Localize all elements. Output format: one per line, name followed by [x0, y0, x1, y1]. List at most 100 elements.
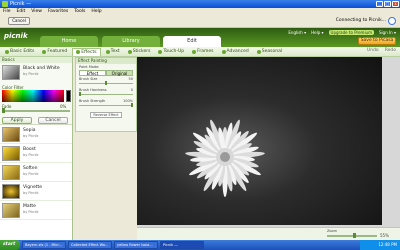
subtab-label: Effects — [81, 49, 97, 55]
effect-author: by Picnik — [23, 172, 39, 176]
vignette-thumbnail — [2, 184, 20, 199]
minimize-button[interactable]: _ — [376, 1, 383, 7]
window-titlebar: Picnik — _ □ x — [0, 0, 400, 8]
slider-track[interactable] — [79, 105, 133, 106]
slider-value: 0 — [130, 88, 133, 92]
effect-name: Soften — [23, 166, 38, 171]
slider-handle[interactable] — [79, 92, 81, 96]
undo-redo-group: Undo Redo — [367, 48, 396, 53]
help-menu[interactable]: Help ▾ — [311, 30, 323, 35]
redo-button[interactable]: Redo — [385, 48, 396, 53]
effect-painting-panel: Effect Painting Paint Mode: Effect Origi… — [75, 57, 137, 132]
menu-file[interactable]: File — [3, 8, 11, 15]
effect-item-matte[interactable]: Matte by Picnik — [0, 201, 72, 220]
menu-favorites[interactable]: Favorites — [48, 8, 68, 15]
subtab-touch-up[interactable]: Touch-Up — [155, 48, 187, 56]
connection-status: Connecting to Picnik... — [335, 18, 386, 23]
zoom-slider-handle[interactable] — [352, 233, 356, 238]
fade-slider-track[interactable] — [2, 110, 70, 112]
subtab-label: Basic Edits — [10, 49, 35, 54]
frames-icon — [192, 49, 197, 54]
taskbar-item-yellow-flower[interactable]: yellow flower Isola... — [114, 241, 158, 249]
taskbar-item-collected-effects[interactable]: Collected Effect Wo... — [68, 241, 112, 249]
brush-size-slider: Brush Size 50 — [79, 76, 133, 87]
subtab-text[interactable]: Text — [103, 48, 123, 56]
sepia-thumbnail — [2, 127, 20, 142]
slider-handle[interactable] — [105, 81, 107, 85]
start-button[interactable]: start — [0, 240, 20, 250]
zoom-bar: Zoom 55% — [137, 227, 400, 240]
soften-thumbnail — [2, 165, 20, 180]
tab-home[interactable]: Home — [40, 36, 98, 47]
taskbar-item-excel[interactable]: Bayern.xls (1 - Micr... — [22, 241, 66, 249]
color-filter-swatch[interactable] — [66, 90, 71, 102]
black-and-white-thumbnail[interactable] — [2, 65, 20, 80]
cancel-load-button[interactable]: Cancel — [8, 17, 30, 25]
featured-icon — [42, 49, 47, 54]
effect-item-boost[interactable]: Boost by Picnik — [0, 144, 72, 163]
close-button[interactable]: x — [392, 1, 399, 7]
effect-author: by Picnik — [23, 153, 39, 157]
loading-spinner-icon — [388, 17, 396, 25]
fade-value: 0% — [60, 104, 67, 109]
slider-label: Brush Size — [79, 77, 98, 81]
apply-button[interactable]: Apply — [2, 117, 32, 124]
subtab-advanced[interactable]: Advanced — [219, 48, 252, 56]
undo-button[interactable]: Undo — [367, 48, 379, 53]
effects-icon — [76, 50, 81, 54]
subtab-effects[interactable]: Effects — [72, 47, 101, 56]
seasonal-icon — [256, 49, 261, 54]
menu-view[interactable]: View — [31, 8, 42, 15]
windows-taskbar: start Bayern.xls (1 - Micr... Collected … — [0, 240, 400, 250]
touch-up-icon — [158, 49, 163, 54]
menu-tools[interactable]: Tools — [74, 8, 85, 15]
effect-author: by Picnik — [23, 72, 39, 76]
taskbar-item-picnik[interactable]: Picnik — — [160, 241, 204, 249]
effect-item-soften[interactable]: Soften by Picnik — [0, 163, 72, 182]
header-links: English ▾ Help ▾ Upgrade to Premium Sign… — [288, 30, 396, 35]
fade-slider-handle[interactable] — [2, 108, 5, 113]
app-window: Picnik — _ □ x File Edit View Favorites … — [0, 0, 400, 250]
photo-canvas[interactable] — [137, 57, 400, 227]
effect-author: by Picnik — [23, 134, 39, 138]
language-menu[interactable]: English ▾ — [288, 30, 306, 35]
maximize-button[interactable]: □ — [384, 1, 391, 7]
subtab-label: Advanced — [226, 49, 249, 54]
upgrade-premium-link[interactable]: Upgrade to Premium — [328, 30, 374, 35]
cancel-button[interactable]: Cancel — [38, 117, 68, 124]
effect-author: by Picnik — [23, 191, 39, 195]
effect-author: by Picnik — [23, 210, 39, 214]
save-to-picasa-button[interactable]: Save to Picasa — [358, 37, 396, 45]
effect-name: Vignette — [23, 185, 43, 190]
menu-help[interactable]: Help — [91, 8, 101, 15]
slider-track[interactable] — [79, 94, 133, 95]
browser-toolbar: Cancel Connecting to Picnik... — [0, 15, 400, 28]
subtab-basic-edits[interactable]: Basic Edits — [2, 48, 37, 56]
tab-library[interactable]: Library — [102, 36, 160, 47]
zoom-label: Zoom — [327, 229, 338, 233]
advanced-icon — [221, 49, 226, 54]
menu-edit[interactable]: Edit — [17, 8, 26, 15]
subtab-label: Stickers — [132, 49, 151, 54]
subtab-stickers[interactable]: Stickers — [125, 48, 154, 56]
picnik-logo: picnik — [4, 32, 28, 40]
color-filter-picker[interactable] — [2, 90, 64, 102]
sign-in-menu[interactable]: Sign In ▾ — [379, 30, 396, 35]
tab-edit[interactable]: Edit — [163, 36, 221, 47]
window-app-icon — [2, 1, 8, 7]
subtab-seasonal[interactable]: Seasonal — [254, 48, 285, 56]
brush-hardness-slider: Brush Hardness 0 — [79, 87, 133, 98]
slider-handle[interactable] — [131, 103, 133, 107]
reverse-effect-button[interactable]: Reverse Effect — [90, 112, 122, 118]
flower-image — [185, 119, 265, 197]
subtab-featured[interactable]: Featured — [39, 48, 70, 56]
subtab-frames[interactable]: Frames — [189, 48, 216, 56]
matte-thumbnail — [2, 203, 20, 218]
slider-value: 50 — [128, 77, 133, 81]
effect-item-sepia[interactable]: Sepia by Picnik — [0, 125, 72, 144]
brush-strength-slider: Brush Strength 100% — [79, 98, 133, 109]
subtab-label: Seasonal — [261, 49, 283, 54]
effect-item-vignette[interactable]: Vignette by Picnik — [0, 182, 72, 201]
effect-name: Boost — [23, 147, 36, 152]
flower-photo[interactable] — [137, 57, 382, 225]
